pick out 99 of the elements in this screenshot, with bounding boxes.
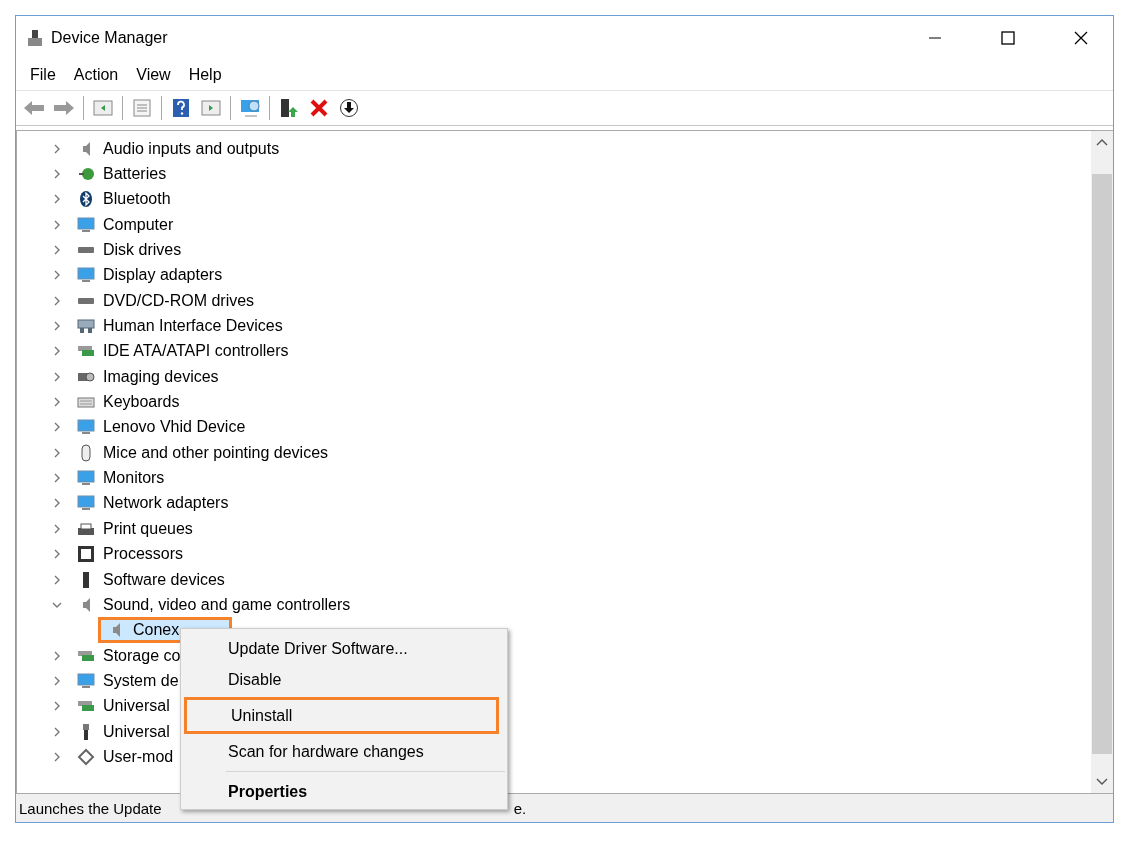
tree-item[interactable]: DVD/CD-ROM drives [103, 291, 255, 310]
tree-item[interactable]: Universal [103, 722, 170, 741]
camera-icon [77, 371, 95, 382]
update-driver-icon[interactable] [280, 99, 298, 117]
device-icon [83, 571, 89, 588]
menu-item[interactable]: Help [179, 63, 231, 87]
tree-item[interactable]: Sound, video and game controllers [103, 595, 351, 614]
monitor-icon [77, 216, 95, 233]
speaker-icon [82, 597, 90, 612]
menu-item[interactable]: File [21, 63, 65, 87]
tree-item[interactable]: Storage co [103, 646, 181, 665]
chevron-icon[interactable] [54, 701, 60, 712]
chevron-icon[interactable] [54, 675, 60, 686]
context-menu-item[interactable]: Properties [181, 776, 507, 807]
chevron-icon[interactable] [54, 219, 60, 230]
window-title: Device Manager [51, 29, 169, 47]
chevron-icon[interactable] [54, 751, 60, 762]
tree-item[interactable]: Universal [103, 697, 170, 716]
chevron-icon[interactable] [52, 601, 62, 608]
chevron-icon[interactable] [54, 295, 60, 306]
diamond-icon [77, 747, 95, 766]
tree-item[interactable]: Imaging devices [103, 367, 219, 386]
monitor-icon [77, 672, 95, 689]
menu-item[interactable]: Action [64, 63, 128, 87]
tree-item[interactable]: Human Interface Devices [103, 317, 283, 336]
tree-item[interactable]: Network adapters [103, 494, 229, 513]
tree-item[interactable]: Software devices [103, 570, 225, 589]
tree-item[interactable]: Computer [103, 215, 174, 234]
keyboard-icon [77, 396, 95, 408]
usb-plug-icon [83, 723, 89, 740]
monitor-icon [77, 470, 95, 487]
chevron-icon[interactable] [54, 371, 60, 382]
battery-plug-icon [78, 168, 94, 180]
status-text: e. [513, 799, 527, 817]
scan-monitor-icon[interactable] [240, 99, 260, 117]
scroll-down-icon[interactable] [1096, 778, 1108, 785]
monitor-icon [77, 495, 95, 512]
download-icon[interactable] [340, 99, 358, 117]
chevron-icon[interactable] [54, 523, 60, 534]
chevron-icon[interactable] [54, 473, 60, 484]
pane-left-icon[interactable] [93, 100, 113, 116]
chevron-icon[interactable] [54, 169, 60, 179]
chevron-icon[interactable] [54, 447, 60, 458]
status-text: Launches the Update [19, 799, 162, 817]
monitor-icon [77, 419, 95, 436]
context-menu-item[interactable]: Disable [181, 664, 507, 695]
context-menu-item[interactable]: Scan for hardware changes [181, 736, 507, 767]
bluetooth-icon [80, 191, 92, 208]
tree-item[interactable]: System de [103, 671, 179, 690]
chevron-icon[interactable] [54, 397, 60, 408]
chevron-icon[interactable] [54, 245, 60, 256]
tree-item[interactable]: Display adapters [103, 266, 223, 285]
tree-item[interactable]: Monitors [103, 469, 165, 488]
drive-icon [78, 247, 94, 254]
chevron-icon[interactable] [54, 270, 60, 281]
tree-item[interactable]: Lenovo Vhid Device [103, 418, 246, 437]
chip-icon [78, 546, 94, 563]
tree-item[interactable]: IDE ATA/ATAPI controllers [103, 342, 289, 361]
circuit-card-icon [78, 346, 94, 357]
device-manager-icon [28, 30, 42, 46]
chevron-icon[interactable] [54, 574, 60, 585]
circuit-card-icon [78, 650, 94, 661]
chevron-icon[interactable] [54, 321, 60, 332]
monitor-icon [77, 267, 95, 284]
input-device-icon [77, 319, 95, 334]
tree-item[interactable]: Bluetooth [103, 190, 171, 209]
tree-item[interactable]: Keyboards [103, 393, 180, 412]
tree-item[interactable]: Audio inputs and outputs [103, 139, 280, 158]
chevron-icon[interactable] [54, 194, 60, 205]
printer-icon [78, 522, 94, 535]
chevron-icon[interactable] [54, 498, 60, 509]
chevron-icon[interactable] [54, 726, 60, 737]
maximize-icon[interactable] [1001, 31, 1015, 45]
tree-item[interactable]: User-mod [103, 747, 174, 766]
forward-arrow-icon[interactable] [53, 100, 75, 116]
context-menu-item[interactable]: Uninstall [184, 697, 499, 734]
chevron-icon[interactable] [54, 346, 60, 357]
tree-item[interactable]: Mice and other pointing devices [103, 443, 329, 462]
back-arrow-icon[interactable] [23, 100, 45, 116]
scroll-up-icon[interactable] [1096, 139, 1108, 146]
pane-right-icon[interactable] [201, 100, 221, 116]
circuit-card-icon [78, 701, 94, 712]
uninstall-icon[interactable] [310, 99, 328, 117]
chevron-icon[interactable] [54, 549, 60, 560]
chevron-icon[interactable] [54, 422, 60, 433]
speaker-icon [112, 623, 120, 638]
drive-icon [78, 297, 94, 304]
tree-item[interactable]: Print queues [103, 519, 193, 538]
close-icon[interactable] [1074, 31, 1088, 45]
tree-item[interactable]: Disk drives [103, 241, 182, 260]
help-icon[interactable] [173, 99, 189, 117]
chevron-icon[interactable] [54, 143, 60, 154]
speaker-icon [82, 141, 90, 156]
scrollbar-thumb[interactable] [1092, 174, 1112, 754]
chevron-icon[interactable] [54, 650, 60, 661]
tree-item[interactable]: Processors [103, 545, 184, 564]
menu-item[interactable]: View [127, 63, 180, 87]
tree-item[interactable]: Batteries [103, 165, 167, 183]
mouse-icon [81, 443, 91, 462]
